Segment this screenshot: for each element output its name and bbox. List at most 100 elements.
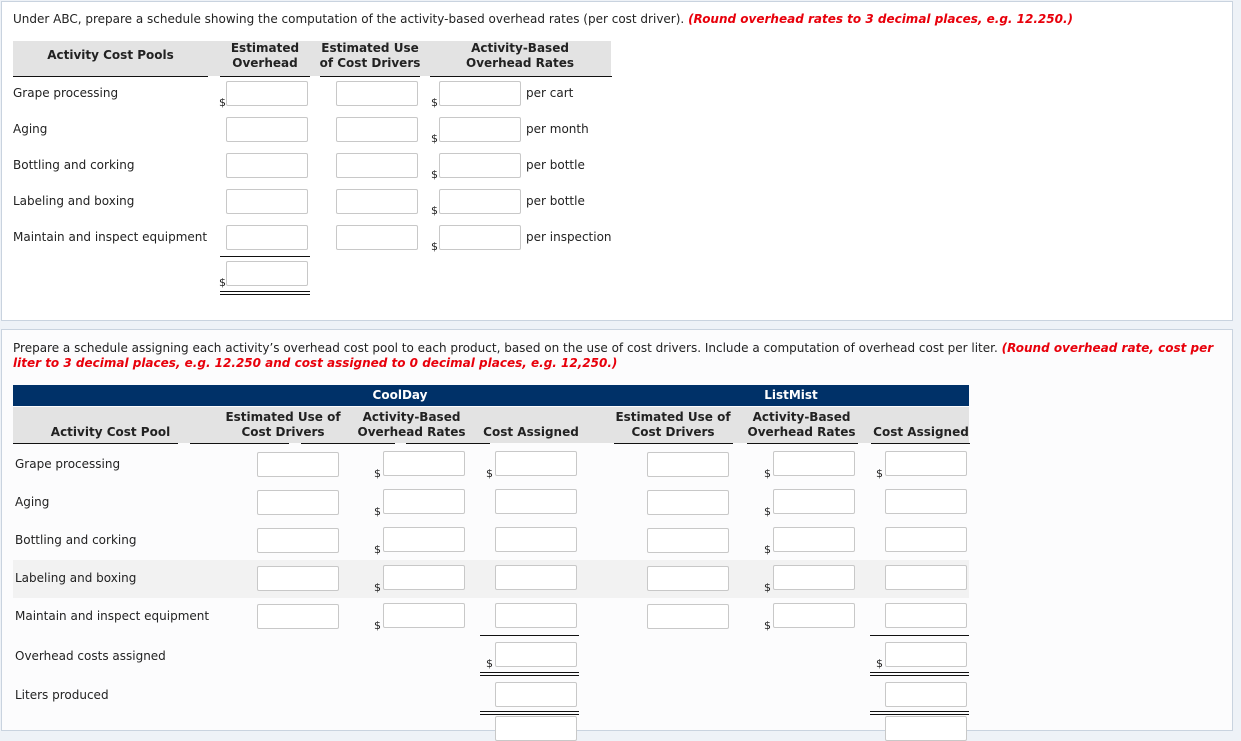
listmist-estimated-use-input[interactable] [647,604,729,629]
estimated-overhead-input[interactable] [226,153,308,178]
total-overhead-input[interactable] [226,261,308,286]
listmist-cost-assigned-input[interactable] [885,451,967,476]
row-label: Maintain and inspect equipment [13,230,208,244]
coolday-cost-assigned-input[interactable] [495,451,577,476]
dollar-sign: $ [486,467,493,480]
header-underline [871,443,970,444]
estimated-overhead-input[interactable] [226,117,308,142]
estimated-use-input[interactable] [336,81,418,106]
estimated-use-input[interactable] [336,225,418,250]
header-underline [301,443,395,444]
dollar-sign: $ [374,619,381,632]
assignment-question-panel: Prepare a schedule assigning each activi… [1,329,1233,741]
dollar-sign: $ [431,204,438,217]
listmist-overhead-rate-input[interactable] [773,603,855,628]
header-activity-based-rates: Activity-Based Overhead Rates [466,41,574,70]
estimated-use-input[interactable] [336,117,418,142]
coolday-cost-per-liter-input[interactable] [495,716,577,741]
coolday-estimated-use-input[interactable] [257,528,339,553]
listmist-liters-produced-input[interactable] [885,682,967,707]
header-underline [190,443,289,444]
rate-unit-label: per inspection [526,230,612,244]
listmist-estimated-use-input[interactable] [647,490,729,515]
coolday-estimated-use-input[interactable] [257,490,339,515]
row-label: Labeling and boxing [13,194,135,208]
coolday-estimated-use-input[interactable] [257,566,339,591]
listmist-estimated-use-input[interactable] [647,566,729,591]
dollar-sign: $ [876,657,883,670]
dollar-sign: $ [431,240,438,253]
header-underline [13,443,178,444]
rates-instruction: Under ABC, prepare a schedule showing th… [13,12,1073,27]
coolday-overhead-rate-input[interactable] [383,527,465,552]
listmist-overhead-rate-input[interactable] [773,527,855,552]
header-coolday-cost-assigned: Cost Assigned [483,425,579,439]
header-estimated-overhead: Estimated Overhead [230,41,300,70]
dollar-sign: $ [764,581,771,594]
row-label: Maintain and inspect equipment [15,609,210,623]
row-label: Bottling and corking [13,158,135,172]
coolday-estimated-use-input[interactable] [257,604,339,629]
listmist-cost-per-liter-input[interactable] [885,716,967,741]
header-underline [13,76,208,77]
row-label: Bottling and corking [15,533,137,547]
coolday-cost-assigned-input[interactable] [495,565,577,590]
estimated-overhead-input[interactable] [226,189,308,214]
product-header-coolday: CoolDay [372,388,428,402]
header-listmist-rate: Activity-Based Overhead Rates [747,410,856,439]
coolday-overhead-rate-input[interactable] [383,451,465,476]
header-coolday-estimated-use: Estimated Use of Cost Drivers [225,410,341,439]
coolday-cost-assigned-input[interactable] [495,489,577,514]
listmist-cost-assigned-input[interactable] [885,603,967,628]
dollar-sign: $ [764,543,771,556]
header-underline [220,76,310,77]
header-underline [430,76,612,77]
dollar-sign: $ [764,619,771,632]
overhead-rate-input[interactable] [439,81,521,106]
rate-unit-label: per bottle [526,158,585,172]
row-label: Grape processing [13,86,119,100]
coolday-cost-assigned-input[interactable] [495,603,577,628]
dollar-sign: $ [219,96,226,109]
estimated-overhead-input[interactable] [226,225,308,250]
rate-unit-label: per cart [526,86,574,100]
rounding-note: (Round overhead rate, cost per [1001,341,1214,355]
header-listmist-cost-assigned: Cost Assigned [873,425,969,439]
coolday-overhead-rate-input[interactable] [383,603,465,628]
overhead-rate-input[interactable] [439,153,521,178]
listmist-overhead-rate-input[interactable] [773,451,855,476]
listmist-estimated-use-input[interactable] [647,528,729,553]
overhead-rate-input[interactable] [439,225,521,250]
instruction-text: Under ABC, prepare a schedule showing th… [13,12,685,26]
header-estimated-use: Estimated Use of Cost Drivers [319,41,421,70]
header-underline [406,443,490,444]
listmist-cost-assigned-input[interactable] [885,527,967,552]
coolday-overhead-assigned-input[interactable] [495,642,577,667]
coolday-liters-produced-input[interactable] [495,682,577,707]
listmist-cost-assigned-input[interactable] [885,565,967,590]
rate-unit-label: per bottle [526,194,585,208]
listmist-overhead-rate-input[interactable] [773,489,855,514]
coolday-overhead-rate-input[interactable] [383,565,465,590]
listmist-estimated-use-input[interactable] [647,452,729,477]
dollar-sign: $ [374,581,381,594]
listmist-overhead-assigned-input[interactable] [885,642,967,667]
dollar-sign: $ [219,276,226,289]
coolday-estimated-use-input[interactable] [257,452,339,477]
rate-unit-label: per month [526,122,589,136]
estimated-use-input[interactable] [336,189,418,214]
instruction-text: Prepare a schedule assigning each activi… [13,341,998,355]
double-underline [870,672,969,676]
listmist-cost-assigned-input[interactable] [885,489,967,514]
assignment-instruction: Prepare a schedule assigning each activi… [13,341,1213,371]
listmist-overhead-rate-input[interactable] [773,565,855,590]
estimated-overhead-input[interactable] [226,81,308,106]
coolday-overhead-rate-input[interactable] [383,489,465,514]
estimated-use-input[interactable] [336,153,418,178]
header-coolday-rate: Activity-Based Overhead Rates [357,410,466,439]
overhead-rate-input[interactable] [439,189,521,214]
row-label: Labeling and boxing [15,571,137,585]
header-underline [614,443,733,444]
coolday-cost-assigned-input[interactable] [495,527,577,552]
overhead-rate-input[interactable] [439,117,521,142]
